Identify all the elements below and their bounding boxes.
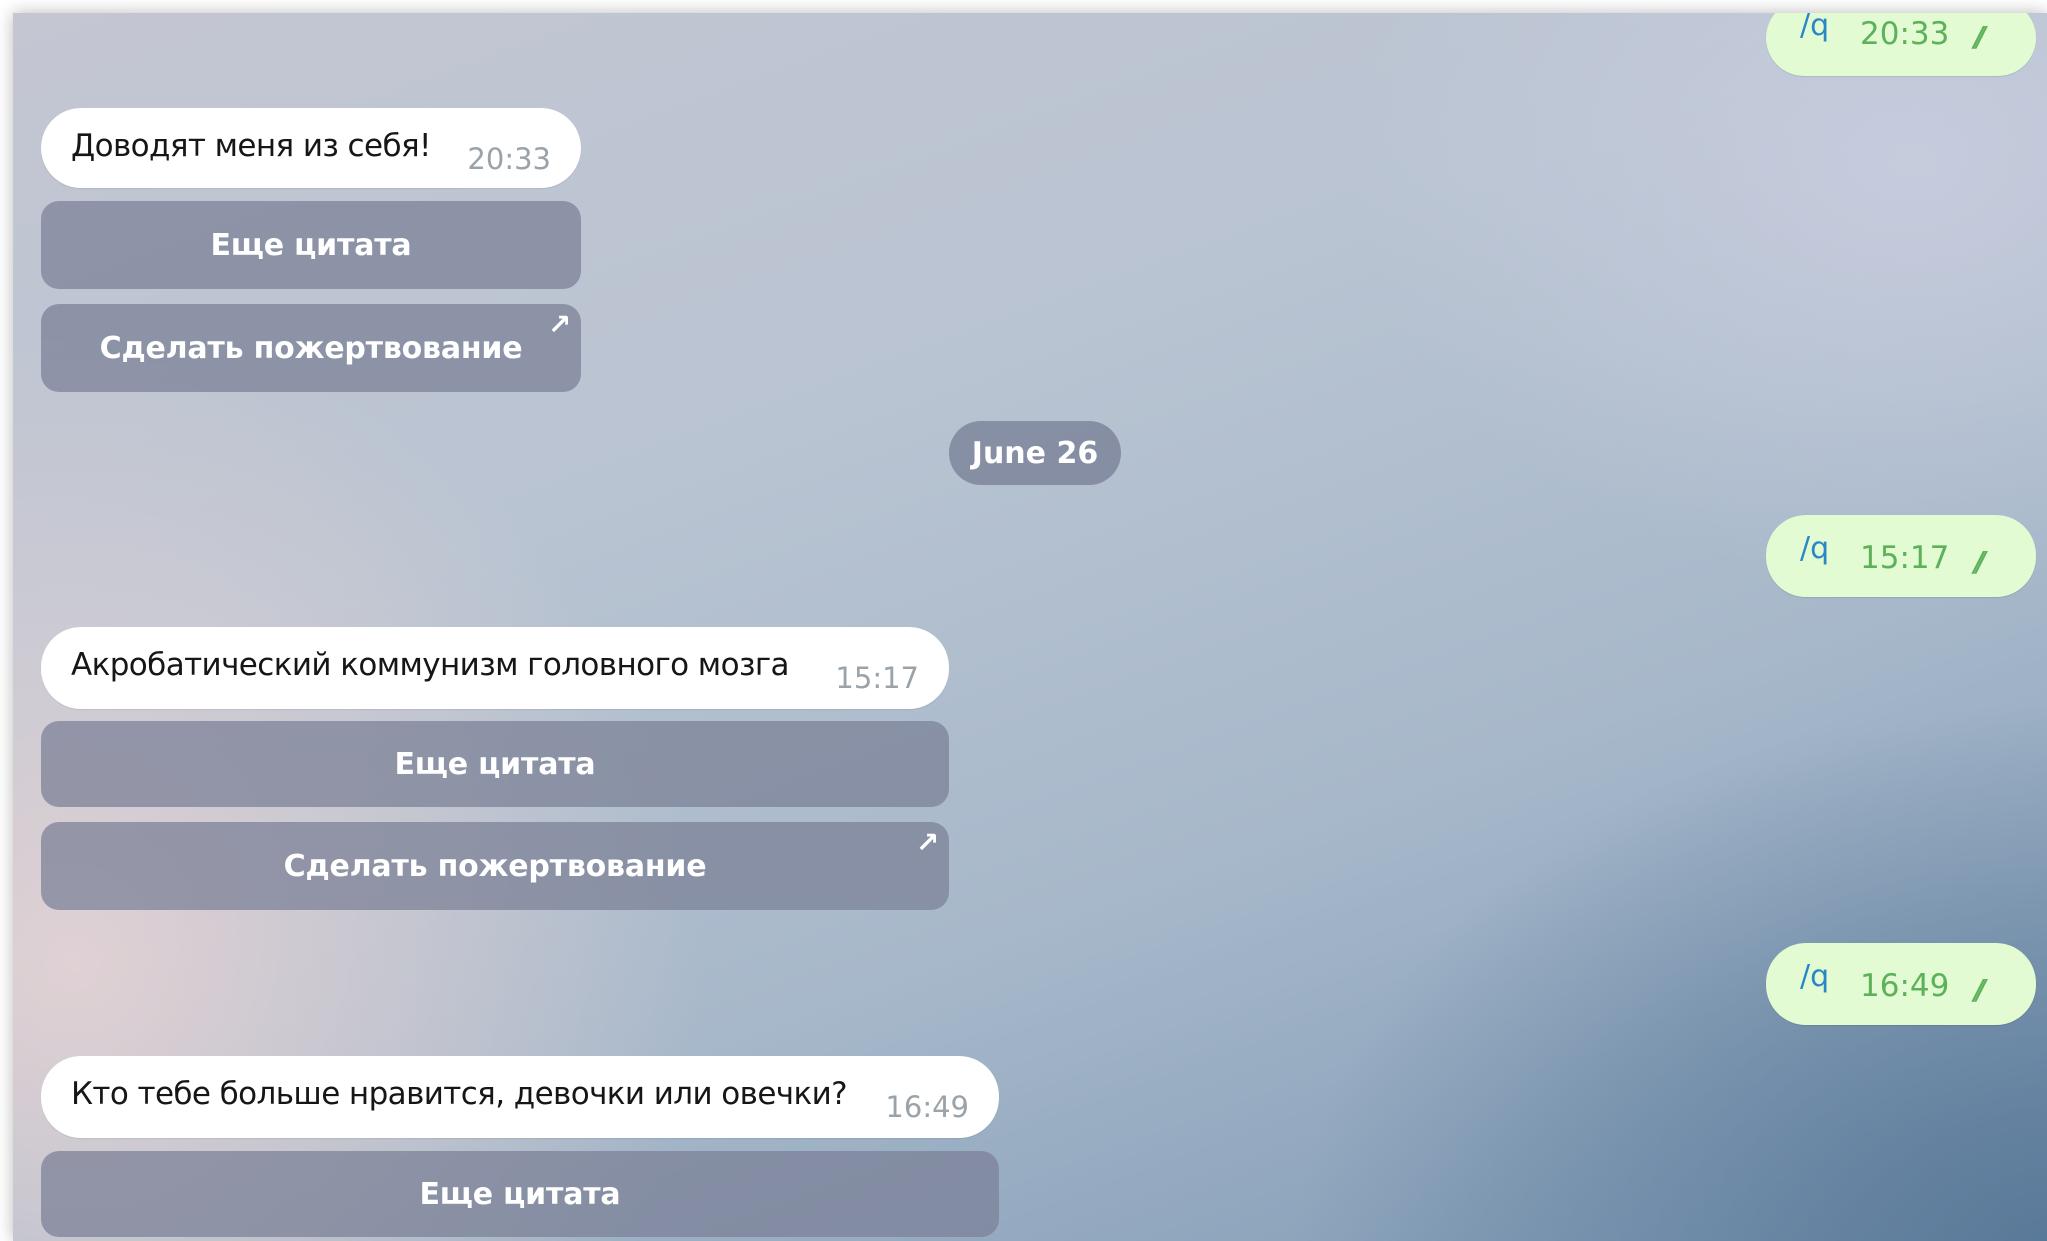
button-label: Еще цитата: [419, 1176, 621, 1212]
more-quote-button[interactable]: Еще цитата: [41, 201, 581, 289]
message-time: 20:33: [467, 142, 551, 176]
message-time: 20:33: [1860, 16, 1950, 52]
bot-command-link[interactable]: /q: [1800, 13, 1829, 43]
button-label: Сделать пожертвование: [99, 330, 523, 366]
external-link-arrow-icon: ↗: [915, 826, 939, 859]
bot-command-link[interactable]: /q: [1800, 531, 1829, 566]
donate-button[interactable]: Сделать пожертвование ↗: [41, 304, 581, 392]
incoming-message: Кто тебе больше нравится, девочки или ов…: [41, 1056, 999, 1138]
message-time: 16:49: [885, 1090, 969, 1124]
date-label: June 26: [971, 435, 1099, 471]
message-text: Кто тебе больше нравится, девочки или ов…: [71, 1076, 848, 1112]
button-label: Еще цитата: [210, 227, 412, 263]
incoming-message: Акробатический коммунизм головного мозга…: [41, 627, 949, 709]
chat-window: /q 20:33 // Доводят меня из себя! 20:33 …: [13, 13, 2047, 1241]
message-time: 16:49: [1860, 968, 1950, 1004]
more-quote-button[interactable]: Еще цитата: [41, 1151, 999, 1237]
button-label: Сделать пожертвование: [283, 848, 707, 884]
more-quote-button[interactable]: Еще цитата: [41, 721, 949, 807]
message-time: 15:17: [1860, 540, 1950, 576]
incoming-message: Доводят меня из себя! 20:33: [41, 108, 581, 188]
message-text: Доводят меня из себя!: [71, 128, 431, 164]
donate-button[interactable]: Сделать пожертвование ↗: [41, 822, 949, 910]
outgoing-message: /q 16:49 //: [1766, 943, 2036, 1025]
message-time: 15:17: [835, 661, 919, 695]
outgoing-message: /q 20:33 //: [1766, 13, 2036, 76]
outgoing-message: /q 15:17 //: [1766, 515, 2036, 597]
button-label: Еще цитата: [394, 746, 596, 782]
message-text: Акробатический коммунизм головного мозга: [71, 647, 790, 683]
external-link-arrow-icon: ↗: [547, 308, 571, 341]
date-separator: June 26: [949, 421, 1121, 485]
bot-command-link[interactable]: /q: [1800, 959, 1829, 994]
